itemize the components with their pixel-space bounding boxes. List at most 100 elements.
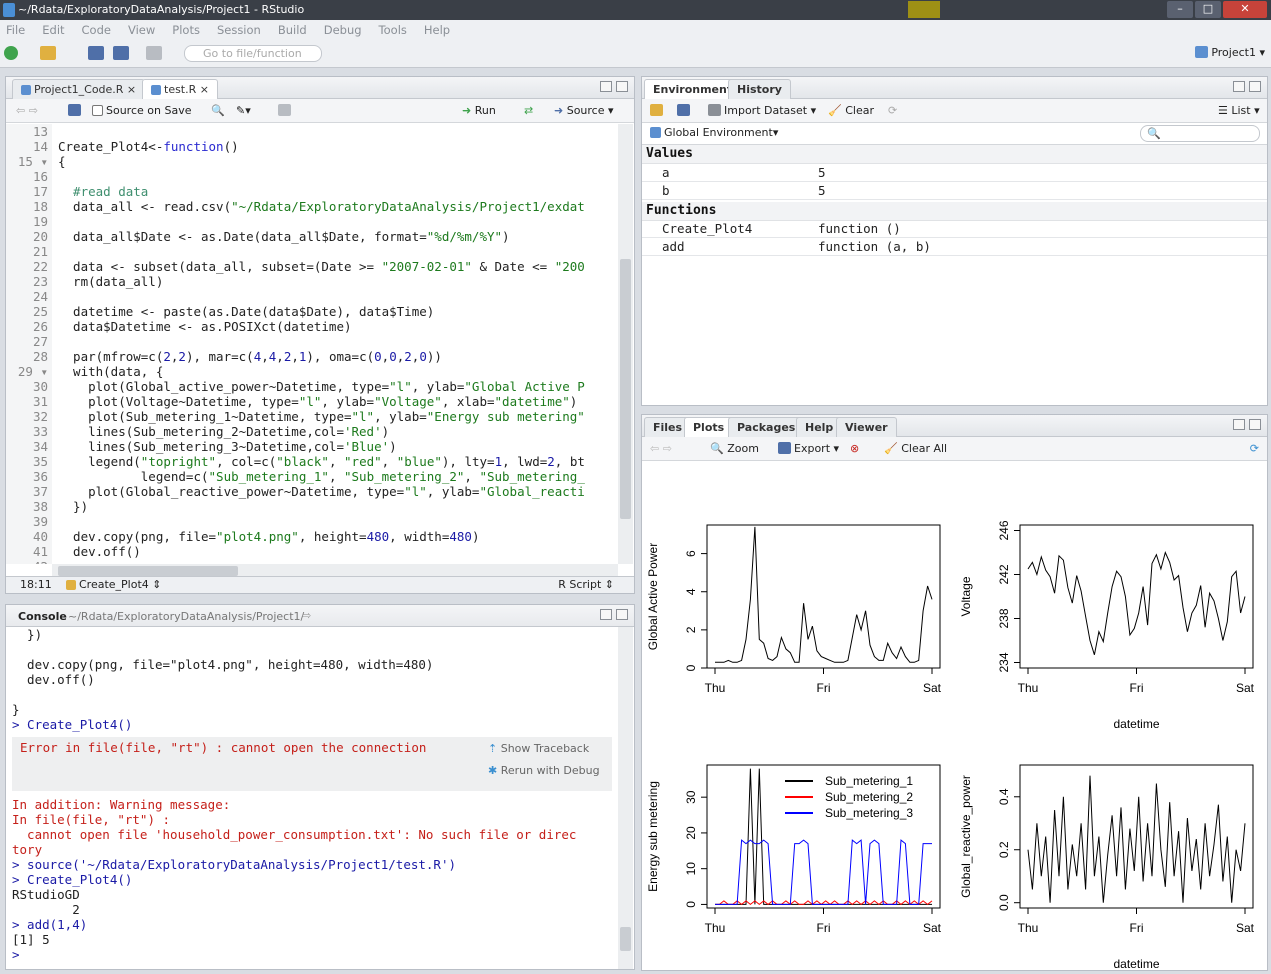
tab-label: Project1_Code.R <box>34 83 124 96</box>
tab-viewer[interactable]: Viewer <box>836 417 897 437</box>
menu-debug[interactable]: Debug <box>324 23 362 37</box>
show-traceback-link[interactable]: ⇡ Show Traceback <box>488 742 589 755</box>
minimize-pane-button[interactable] <box>1233 419 1245 430</box>
rerun-button[interactable]: ⇄ <box>524 104 533 117</box>
filetype-menu[interactable]: R Script ⇕ <box>558 577 614 593</box>
menu-help[interactable]: Help <box>424 23 450 37</box>
rstudio-logo-icon <box>3 3 15 17</box>
r-file-icon <box>151 85 161 95</box>
function-name: add <box>662 239 685 254</box>
tab-test-r[interactable]: test.R × <box>142 79 218 100</box>
print-icon[interactable] <box>146 46 162 60</box>
tab-packages[interactable]: Packages <box>728 417 805 437</box>
save-all-icon[interactable] <box>113 46 129 60</box>
console-title[interactable]: Console <box>18 610 67 623</box>
hscroll-thumb[interactable] <box>58 566 238 576</box>
menu-session[interactable]: Session <box>217 23 261 37</box>
back-arrow-icon[interactable]: ⇦ ⇨ <box>16 104 38 117</box>
save-icon[interactable] <box>68 104 84 117</box>
global-environment-menu[interactable]: Global Environment▾ <box>650 126 778 139</box>
function-scope[interactable]: Create_Plot4 ⇕ <box>66 577 162 593</box>
compile-notebook-icon[interactable] <box>278 104 294 117</box>
console-output[interactable]: }) dev.copy(png, file="plot4.png", heigh… <box>6 627 618 969</box>
view-mode-menu[interactable]: ☰ List ▾ <box>1218 104 1260 117</box>
code-line: Create_Plot4<-function() <box>58 139 239 154</box>
scroll-thumb[interactable] <box>620 259 631 519</box>
x-tick-label: Fri <box>817 681 831 695</box>
y-tick-label: 242 <box>997 564 1011 584</box>
y-tick-label: 0 <box>684 664 698 671</box>
env-row-create-plot4[interactable]: Create_Plot4 function () <box>642 220 1267 238</box>
vertical-scrollbar[interactable] <box>618 124 633 564</box>
line-number: 38 <box>32 499 48 514</box>
remove-plot-icon[interactable]: ⊗ <box>850 442 859 455</box>
menu-tools[interactable]: Tools <box>379 23 407 37</box>
environment-search-input[interactable]: 🔍 <box>1140 125 1260 142</box>
run-button[interactable]: ➜ Run <box>462 104 496 117</box>
x-tick-label: Thu <box>1018 681 1039 695</box>
clear-label: Clear <box>845 104 874 117</box>
tab-plots[interactable]: Plots <box>684 417 734 438</box>
save-icon[interactable] <box>88 46 104 60</box>
y-axis-label: Global Active Power <box>646 543 660 650</box>
menu-build[interactable]: Build <box>278 23 307 37</box>
line-number: 14 <box>32 139 48 154</box>
tab-environment[interactable]: Environment <box>644 79 742 100</box>
code-line: with(data, { <box>58 364 164 379</box>
go-to-directory-icon[interactable]: ⇨ <box>302 609 311 622</box>
export-button[interactable]: Export ▾ <box>778 442 839 455</box>
menu-code[interactable]: Code <box>82 23 111 37</box>
console-scroll-thumb[interactable] <box>620 927 631 951</box>
minimize-button[interactable]: – <box>1167 1 1193 18</box>
tab-history[interactable]: History <box>728 79 791 99</box>
source-on-save-label: Source on Save <box>106 104 192 117</box>
console-scrollbar[interactable] <box>618 627 633 969</box>
source-button[interactable]: ➜ Source ▾ <box>554 104 614 117</box>
code-line: }) <box>58 499 89 514</box>
clear-workspace-button[interactable]: 🧹 Clear <box>828 104 874 117</box>
search-icon[interactable]: 🔍 <box>211 104 225 117</box>
maximize-pane-button[interactable] <box>616 81 628 92</box>
maximize-pane-button[interactable] <box>1249 419 1261 430</box>
project-menu[interactable]: Project1 ▾ <box>1195 46 1265 59</box>
refresh-icon[interactable]: ⟳ <box>888 104 897 117</box>
code-line: lines(Sub_metering_2~Datetime,col='Red') <box>58 424 390 439</box>
minimize-pane-button[interactable] <box>600 609 612 620</box>
minimize-pane-button[interactable] <box>600 81 612 92</box>
new-file-icon[interactable] <box>4 46 18 60</box>
code-line: plot(Voltage~Datetime, type="l", ylab="V… <box>58 394 578 409</box>
open-file-icon[interactable] <box>40 46 56 60</box>
maximize-button[interactable]: □ <box>1195 1 1221 18</box>
code-tools-icon[interactable]: ✎▾ <box>236 104 251 117</box>
env-row-add[interactable]: add function (a, b) <box>642 238 1267 256</box>
source-on-save-checkbox[interactable]: Source on Save <box>92 104 191 117</box>
env-row-b[interactable]: b5 <box>642 182 1267 200</box>
tab-project1-code[interactable]: Project1_Code.R × <box>12 79 146 99</box>
maximize-pane-button[interactable] <box>1249 81 1261 92</box>
maximize-pane-button[interactable] <box>616 609 628 620</box>
clear-all-button[interactable]: 🧹 Clear All <box>884 442 947 455</box>
minimize-pane-button[interactable] <box>1233 81 1245 92</box>
close-button[interactable]: ✕ <box>1223 1 1267 18</box>
env-row-a[interactable]: a5 <box>642 164 1267 182</box>
r-file-icon <box>21 85 31 95</box>
console-pane: Console ~/Rdata/ExploratoryDataAnalysis/… <box>5 604 635 970</box>
menu-file[interactable]: File <box>6 23 25 37</box>
line-number: 24 <box>32 289 48 304</box>
zoom-label: Zoom <box>727 442 759 455</box>
zoom-button[interactable]: 🔍 Zoom <box>710 442 759 455</box>
previous-plot-icon[interactable]: ⇦ ⇨ <box>650 442 672 455</box>
menu-edit[interactable]: Edit <box>42 23 64 37</box>
refresh-plot-icon[interactable]: ⟳ <box>1250 442 1259 455</box>
y-tick-label: 20 <box>684 826 698 840</box>
code-area[interactable]: 13 14 15 ▾ 16 17 18 19 20 21 22 23 24 25 … <box>6 124 618 564</box>
line-number: 15 ▾ <box>17 154 48 169</box>
load-workspace-icon[interactable] <box>650 104 666 117</box>
import-dataset-button[interactable]: Import Dataset ▾ <box>708 104 816 117</box>
goto-file-input[interactable]: Go to file/function <box>184 45 322 62</box>
environment-toolbar: Import Dataset ▾ 🧹 Clear ⟳ ☰ List ▾ <box>642 99 1267 123</box>
save-workspace-icon[interactable] <box>677 104 693 117</box>
rerun-debug-link[interactable]: ✱ Rerun with Debug <box>488 764 600 777</box>
menu-plots[interactable]: Plots <box>172 23 200 37</box>
menu-view[interactable]: View <box>128 23 155 37</box>
